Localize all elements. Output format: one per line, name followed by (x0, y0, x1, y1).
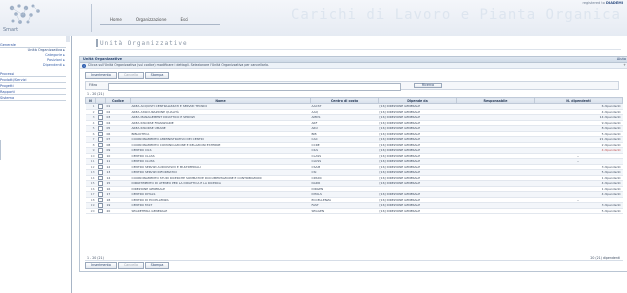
sidebar-group-label: Generale (0, 43, 16, 47)
sidebar-group-label: Processi (0, 72, 15, 76)
page-title: Unità Organizzative (100, 40, 188, 47)
sidebar-resize-handle[interactable] (0, 140, 1, 160)
row-select-checkbox[interactable] (98, 153, 103, 158)
help-link[interactable]: Aiuto (617, 57, 626, 62)
sidebar-item-label: Categorie (45, 53, 63, 57)
registered-prefix: registered to (582, 1, 605, 5)
row-select-checkbox[interactable] (98, 170, 103, 175)
panel-title: Unità Organizzative (83, 57, 123, 61)
filter-label: Filtro (89, 83, 98, 87)
delete-button-bottom[interactable]: Cancella (118, 262, 144, 269)
row-select-checkbox[interactable] (98, 159, 103, 164)
print-button[interactable]: Stampa (145, 72, 169, 79)
sidebar-item-label: Posizioni (47, 58, 63, 62)
units-table: N Codice Nome Centro di costo Dipende da… (85, 97, 623, 214)
row-select-checkbox[interactable] (98, 115, 103, 120)
filter-input[interactable] (108, 83, 401, 91)
sidebar-item-label: Unità Organizzativa (27, 48, 63, 52)
sidebar-item-unita-organizzativa[interactable]: Unità Organizzativa ▸ (28, 48, 65, 52)
sidebar-group-processi[interactable]: Processi (0, 72, 66, 77)
pager-top: 1 - 20 (21) (87, 92, 104, 96)
row-select-checkbox[interactable] (98, 120, 103, 125)
info-expand-toggle[interactable]: + (623, 63, 626, 68)
row-select-checkbox[interactable] (98, 142, 103, 147)
top-menu: Home Organizzazione Esci (110, 17, 188, 22)
row-code[interactable]: 20 (105, 208, 131, 214)
app-window: Smart Home Organizzazione Esci registere… (0, 0, 627, 293)
sidebar-group-label: Prodotti/Servizi (0, 78, 27, 82)
header: Smart Home Organizzazione Esci registere… (0, 0, 627, 37)
units-panel: Unità Organizzative Aiuto i Clicca sull'… (79, 56, 627, 272)
table-row[interactable]: 20 20 SEGRETERIA GENERALE SEGGEN [16] DIREZI… (85, 208, 623, 214)
row-select-checkbox[interactable] (98, 197, 103, 202)
sidebar-group-label: Sistema (0, 96, 15, 100)
menu-item-esci[interactable]: Esci (180, 17, 188, 22)
sidebar-item-dipendenti[interactable]: Dipendenti ▸ (43, 63, 65, 67)
row-select-checkbox[interactable] (98, 137, 103, 142)
table-body: 1 01 AREA ACQUISTI CENTRALIZZATI E SERVIZI… (85, 103, 623, 214)
row-select-checkbox[interactable] (98, 126, 103, 131)
app-title: Carichi di Lavoro e Pianta Organica (290, 7, 621, 23)
sidebar-group-progetti[interactable]: Progetti (0, 84, 66, 89)
info-bar: i Clicca sull'Unità Organizzativa (sul c… (80, 63, 627, 69)
row-select-checkbox[interactable] (98, 104, 103, 109)
row-checkbox[interactable] (95, 208, 106, 214)
menu-item-organizzazione[interactable]: Organizzazione (136, 17, 167, 22)
print-button-bottom[interactable]: Stampa (145, 262, 169, 269)
insert-button-bottom[interactable]: Inserimento (85, 262, 117, 269)
row-parent: [16] DIREZIONE GENERALE (378, 208, 457, 214)
sidebar-collapse-toggle[interactable] (66, 36, 70, 42)
bottom-toolbar: Inserimento Cancella Stampa (85, 260, 623, 269)
sidebar-group-sistema[interactable]: Sistema (0, 96, 66, 101)
insert-button[interactable]: Inserimento (85, 72, 117, 79)
sidebar-group-label: Progetti (0, 84, 14, 88)
row-select-checkbox[interactable] (98, 109, 103, 114)
row-select-checkbox[interactable] (98, 148, 103, 153)
sidebar-item-categorie[interactable]: Categorie ▸ (45, 53, 65, 57)
row-select-checkbox[interactable] (98, 175, 103, 180)
row-select-checkbox[interactable] (98, 131, 103, 136)
main-content: Unità Organizzative Unità Organizzative … (72, 36, 627, 293)
row-cost-center: SEGGEN (310, 208, 379, 214)
sidebar-group-rapporti[interactable]: Rapporti (0, 90, 66, 95)
registered-user: DIADEMI (606, 1, 623, 5)
sidebar-group-label: Rapporti (0, 90, 15, 94)
row-select-checkbox[interactable] (98, 192, 103, 197)
logo-divider (91, 4, 92, 32)
menu-underline (100, 24, 220, 25)
row-select-checkbox[interactable] (98, 186, 103, 191)
info-icon: i (82, 63, 86, 68)
delete-button[interactable]: Cancella (118, 72, 144, 79)
sidebar-item-posizioni[interactable]: Posizioni ▸ (47, 58, 65, 62)
row-select-checkbox[interactable] (98, 181, 103, 186)
info-text: Clicca sull'Unità Organizzativa (sul cod… (88, 63, 269, 67)
title-accent (96, 39, 98, 47)
sidebar-item-label: Dipendenti (42, 63, 63, 67)
logo-text: Smart (3, 27, 19, 33)
row-select-checkbox[interactable] (98, 203, 103, 208)
sidebar-group-prodotti-servizi[interactable]: Prodotti/Servizi (0, 78, 66, 83)
registration-info: registered to DIADEMI (582, 1, 623, 5)
row-manager (456, 208, 535, 214)
row-select-checkbox[interactable] (98, 164, 103, 169)
row-employees: 5 dipendenti (534, 208, 623, 214)
title-divider (96, 49, 621, 50)
sidebar: Generale Unità Organizzativa ▸ Categorie… (0, 36, 72, 293)
menu-item-home[interactable]: Home (110, 17, 122, 22)
row-select-checkbox[interactable] (98, 208, 103, 213)
filter-row: Filtro Ricerca (85, 81, 619, 91)
search-button[interactable]: Ricerca (414, 83, 442, 88)
row-name: SEGRETERIA GENERALE (130, 208, 311, 214)
row-number: 20 (85, 208, 96, 214)
